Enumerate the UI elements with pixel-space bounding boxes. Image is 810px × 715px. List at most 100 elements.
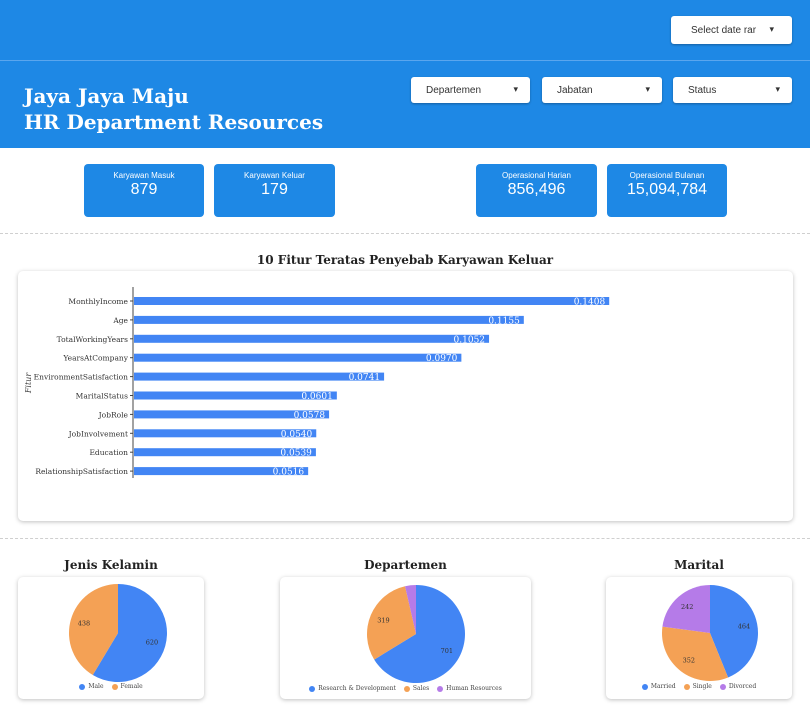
legend-item: Human Resources [437,685,502,692]
bar [134,315,524,324]
bar-value-label: 0.0516 [273,468,305,478]
bar [134,353,462,362]
legend-swatch [683,683,690,690]
caret-down-icon: ▾ [513,84,518,94]
legend-label: Male [88,683,104,690]
legend-swatch [641,683,648,690]
bar-value-label: 0.0970 [426,354,458,364]
section-divider [0,538,810,539]
pie-gender-card: 620 438 Male Female [18,577,204,699]
category-label: MaritalStatus [76,392,128,401]
filter-jabatan-label: Jabatan [557,84,593,96]
bar-value-label: 0.1408 [574,298,606,308]
bar [134,372,385,381]
pie-value-label: 438 [78,620,90,628]
bar [134,334,490,343]
pie-marital-title: Marital [674,558,724,572]
legend-label: Divorced [728,683,757,690]
kpi-value: 879 [130,181,158,198]
pie-value-label: 701 [441,647,453,655]
bar-value-label: 0.0540 [281,430,313,440]
dashboard-header: Jaya Jaya Maju HR Department Resources D… [0,60,810,148]
dashboard-title: Jaya Jaya Maju HR Department Resources [24,83,323,135]
pie-gender-legend: Male Female [18,683,204,692]
category-label: TotalWorkingYears [57,335,128,344]
category-label: EnvironmentSatisfaction [34,373,129,382]
kpi-value: 15,094,784 [626,181,708,198]
caret-down-icon: ▾ [769,24,774,34]
pie-department-card: 701 319 Research & Development Sales Human … [280,577,531,699]
kpi-value: 856,496 [507,181,566,198]
kpi-karyawan-keluar: Karyawan Keluar 179 [214,164,335,217]
filter-jabatan[interactable]: Jabatan ▾ [542,77,662,103]
kpi-label: Operasional Bulanan [629,171,705,180]
pie-value-label: 620 [146,638,158,646]
top-bar: Select date rar ▾ [0,0,810,60]
pie-value-label: 319 [377,616,389,624]
feature-importance-chart: Fitur MonthlyIncome 0.1408 Age 0.1155 TotalWo… [24,287,610,478]
bar-chart-title: 10 Fitur Teratas Penyebab Karyawan Kelua… [256,253,554,267]
kpi-operasional-bulanan: Operasional Bulanan 15,094,784 [607,164,727,217]
category-label: MonthlyIncome [68,297,128,306]
pie-department-legend: Research & Development Sales Human Resourc… [280,685,531,694]
kpi-label: Operasional Harian [502,171,571,180]
pie-gender-title: Jenis Kelamin [64,558,158,572]
legend-swatch [111,683,118,690]
bar-value-label: 0.1155 [488,316,520,326]
legend-label: Single [692,683,712,690]
legend-swatch [403,685,410,692]
legend-swatch [309,685,316,692]
bar-value-label: 0.0578 [294,411,326,421]
legend-item: Married [641,683,676,690]
pie-gender-chart: 620 438 [69,584,167,682]
filter-status[interactable]: Status ▾ [673,77,792,103]
caret-down-icon: ▾ [775,84,780,94]
date-range-selector[interactable]: Select date rar ▾ [671,16,792,44]
section-divider [0,233,810,234]
bar [134,297,610,305]
legend-label: Human Resources [446,685,502,692]
pie-marital-card: 464 352 242 Married Single Divorced [606,577,792,699]
legend-item: Male [79,683,104,690]
pie-value-label: 242 [681,603,693,611]
title-line-1: Jaya Jaya Maju [24,84,189,108]
legend-label: Married [650,683,676,690]
legend-swatch [719,683,726,690]
pie-value-label: 352 [683,656,695,664]
bar-value-label: 0.0741 [349,373,381,383]
bar-chart-card: Fitur MonthlyIncome 0.1408 Age 0.1155 TotalWo… [18,271,793,521]
filter-status-label: Status [688,84,717,96]
legend-item: Female [111,683,143,690]
pie-department-title: Departemen [364,558,447,572]
category-label: YearsAtCompany [62,354,128,363]
legend-swatch [437,685,444,692]
legend-item: Sales [403,685,430,692]
y-axis-label: Fitur [24,372,33,394]
legend-swatch [79,683,86,690]
filter-departemen-label: Departemen [426,84,482,96]
category-label: JobRole [98,410,129,419]
kpi-karyawan-masuk: Karyawan Masuk 879 [84,164,204,217]
category-label: Education [89,448,128,457]
filter-departemen[interactable]: Departemen ▾ [411,77,530,103]
kpi-operasional-harian: Operasional Harian 856,496 [476,164,597,217]
bar-value-label: 0.1052 [454,335,486,345]
category-label: JobInvolvement [68,429,128,438]
legend-label: Research & Development [318,685,396,692]
date-range-label: Select date rar [691,24,757,36]
legend-item: Single [683,683,712,690]
caret-down-icon: ▾ [645,84,650,94]
legend-item: Divorced [719,683,757,690]
legend-item: Research & Development [309,685,396,692]
legend-label: Sales [412,685,430,692]
pie-value-label: 464 [738,622,750,630]
pie-marital-chart: 464 352 242 [662,585,758,681]
title-line-2: HR Department Resources [24,110,324,134]
kpi-label: Karyawan Keluar [244,171,305,180]
pie-department-chart: 701 319 [367,585,465,683]
bar-value-label: 0.0539 [280,449,312,459]
category-label: Age [112,316,128,325]
legend-label: Female [120,683,143,690]
bar-value-label: 0.0601 [301,392,333,402]
category-label: RelationshipSatisfaction [35,467,128,476]
